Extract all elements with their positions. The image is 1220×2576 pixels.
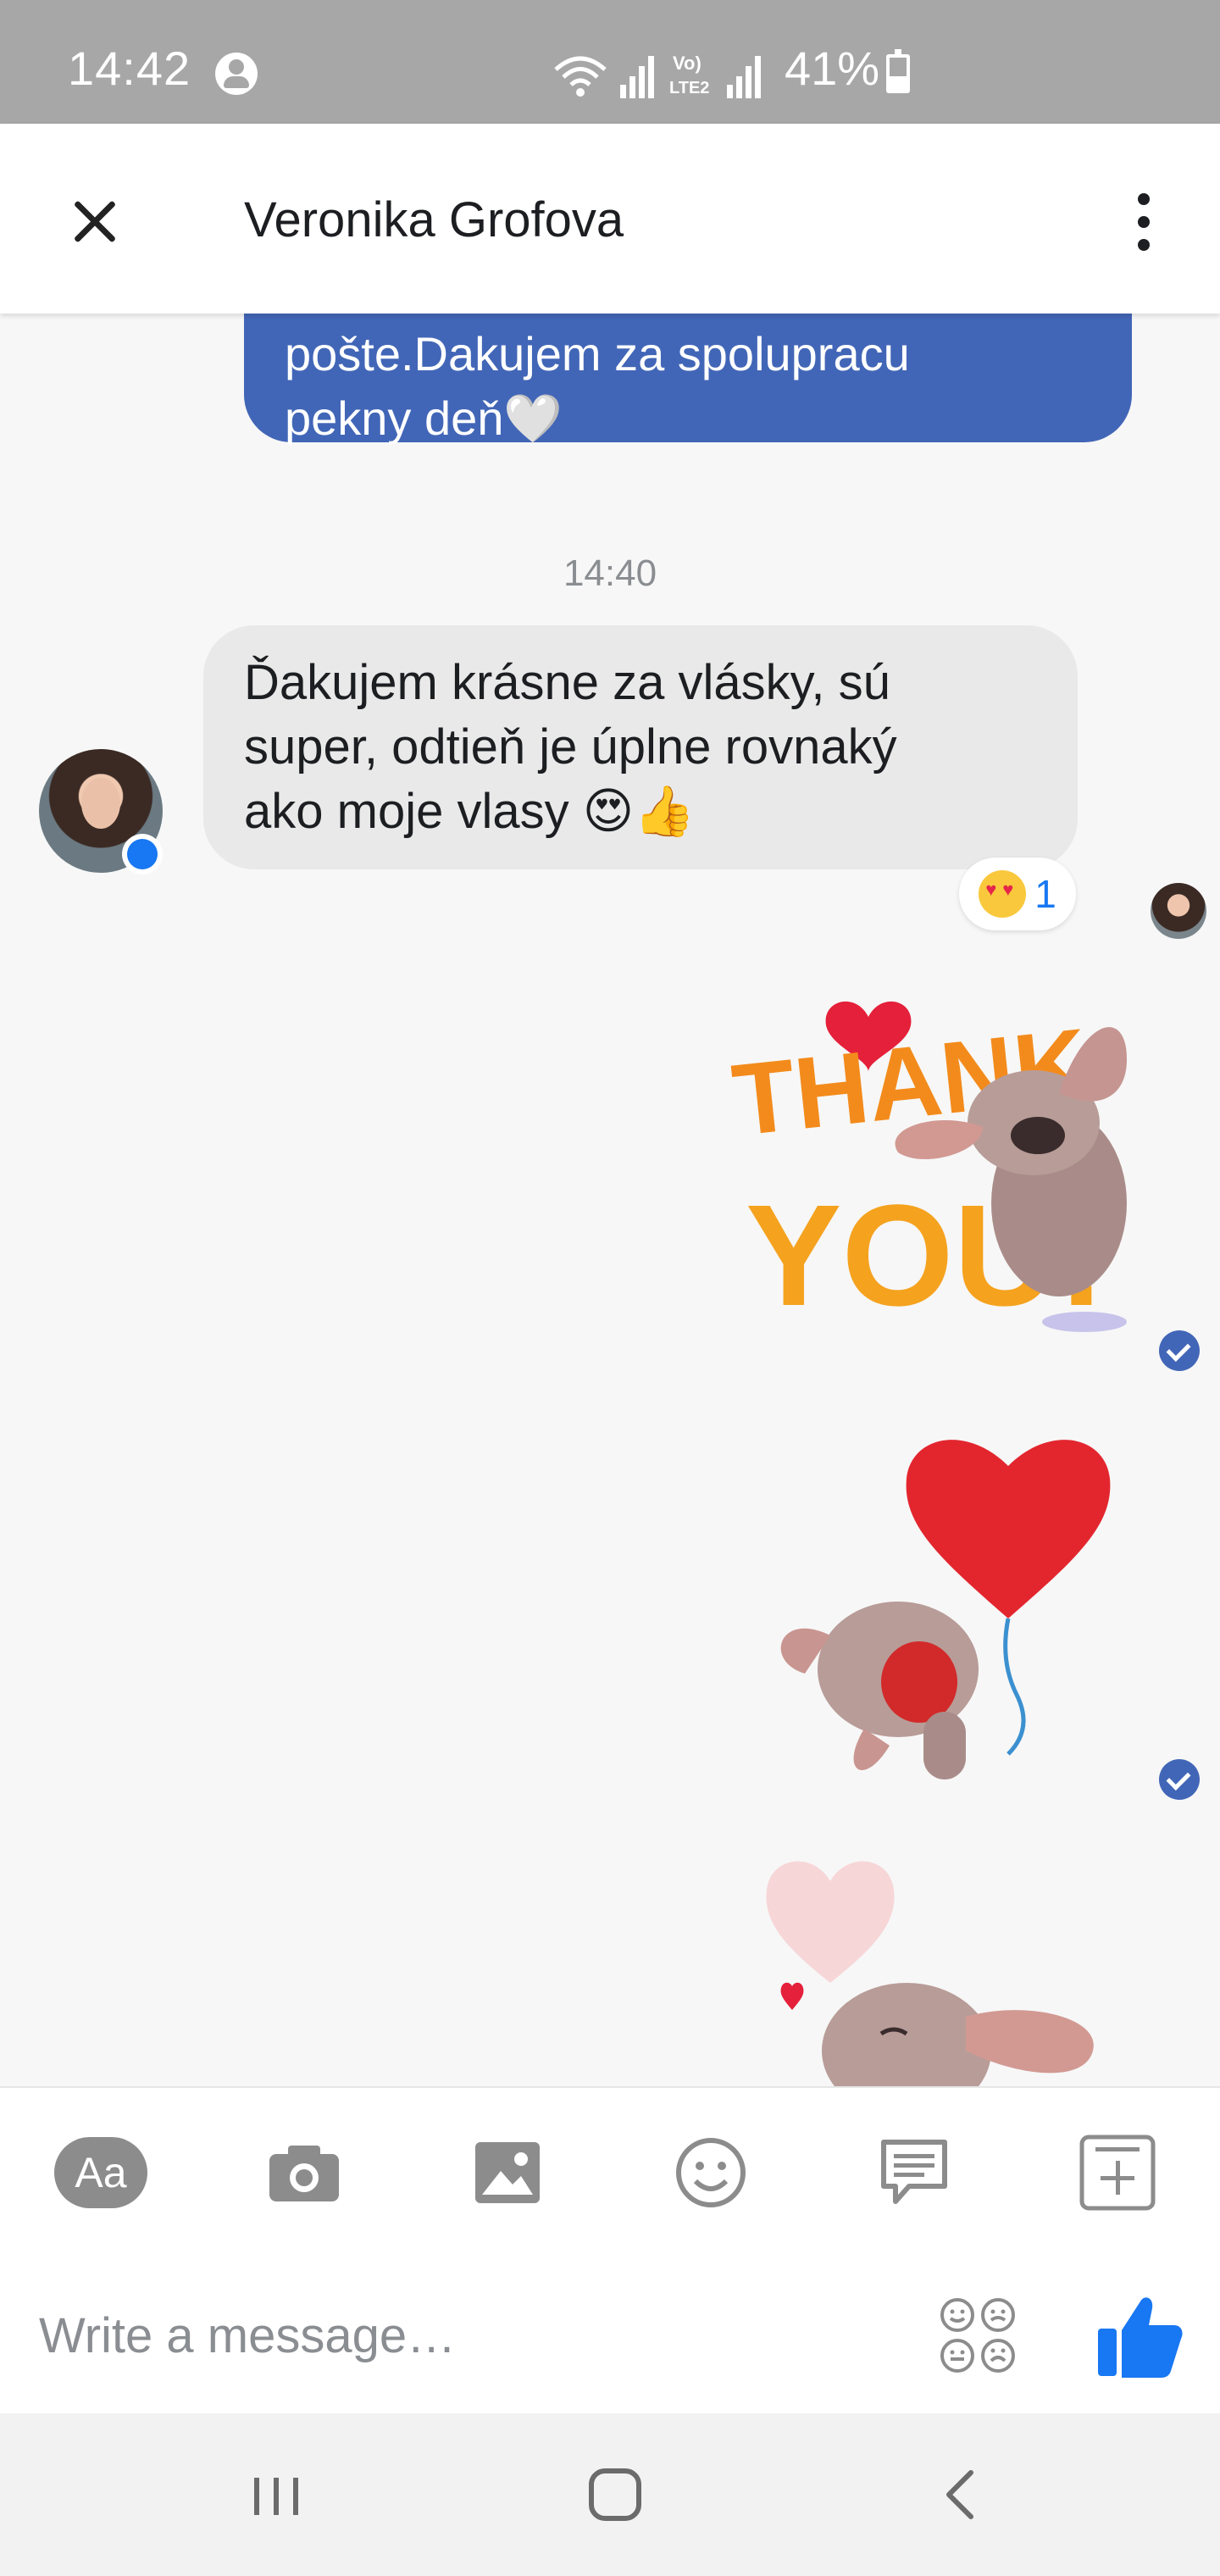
battery-icon [886,49,910,93]
signal-icon-2 [727,56,761,98]
home-icon [589,2468,641,2521]
message-input[interactable] [39,2295,801,2376]
dog-nose [1011,1117,1065,1154]
recent-apps-icon [254,2478,298,2515]
sticker-faces-icon [940,2298,1015,2373]
status-icons: Vo) LTE2 [552,47,764,98]
reaction-badge[interactable]: 1 [959,858,1076,930]
camera-button[interactable] [258,2130,351,2215]
more-actions-button[interactable] [1071,2130,1164,2215]
battery-percent: 41% [785,42,880,95]
plus-square-icon [1079,2135,1156,2211]
volte-lte2-icon: Vo) LTE2 [669,53,709,97]
balloon-string [1003,1618,1026,1756]
reaction-count: 1 [1034,872,1056,916]
close-button[interactable] [56,183,134,261]
small-heart-shape [780,1982,804,2010]
more-vert-icon [1138,193,1150,205]
delivered-check-icon [1159,1759,1200,1800]
gallery-button[interactable] [461,2130,554,2215]
back-icon [946,2470,973,2519]
signal-icon [620,56,654,98]
text-format-button[interactable]: Aa [54,2130,147,2215]
back-button[interactable] [908,2447,1010,2542]
wifi-icon [554,56,607,97]
camera-icon [269,2146,339,2201]
quick-replies-button[interactable] [868,2130,961,2215]
heart-kiss-sticker[interactable] [762,1822,1118,2086]
heart-shape [766,1861,895,1983]
message-line: ako moje vlasy 😍👍 [244,784,696,839]
status-bar: 14:42 Vo) LTE2 41% [0,0,1220,124]
message-list[interactable]: pošte.Dakujem za spolupracu pekny deň🤍 1… [0,314,1220,2086]
contact-name[interactable]: Veronika Grofova [244,192,624,248]
message-line: Ďakujem krásne za vlásky, sú [244,655,890,710]
recent-apps-button[interactable] [225,2447,327,2542]
thank-you-sticker[interactable]: THANK YOU! [729,966,1144,1356]
dog-mouth [881,1641,957,1723]
svg-text:LTE2: LTE2 [669,79,709,97]
battery-level [890,76,907,90]
composer-toolbar: Aa [0,2086,1220,2256]
messenger-badge-icon [122,834,163,874]
outgoing-message[interactable]: pošte.Dakujem za spolupracu pekny deň🤍 [244,314,1132,445]
message-line: pošte.Dakujem za spolupracu [285,327,910,380]
avatar[interactable] [39,749,163,874]
status-time: 14:42 [68,42,191,95]
avatar-face [81,778,120,829]
svg-text:Vo): Vo) [673,53,702,74]
seen-avatar [1151,883,1206,939]
smiley-icon [676,2138,746,2207]
heart-balloon-sticker[interactable] [746,1390,1118,1788]
thumbs-up-icon [1098,2297,1183,2378]
dog-body [923,1712,966,1779]
system-navigation-bar [0,2413,1220,2576]
like-button[interactable] [1093,2290,1186,2383]
gallery-icon [475,2142,540,2203]
chat-quote-icon [881,2140,947,2204]
home-button[interactable] [564,2447,666,2542]
user-icon [215,53,258,95]
message-timestamp: 14:40 [563,552,657,594]
balloon-heart-shape [906,1440,1111,1618]
emoji-button[interactable] [664,2130,757,2215]
incoming-message[interactable]: Ďakujem krásne za vlásky, sú super, odti… [203,625,1078,869]
message-composer [0,2256,1220,2413]
dog-shadow [1042,1312,1127,1332]
conversation-header: Veronika Grofova [0,124,1220,314]
message-line: pekny deň🤍 [285,391,563,445]
heart-eyes-emoji-icon [979,870,1027,918]
message-line: super, odtieň je úplne rovnaký [244,719,897,774]
delivered-check-icon [1159,1330,1200,1371]
more-options-button[interactable] [1123,183,1164,261]
sticker-picker-button[interactable] [937,2295,1018,2376]
text-icon: Aa [54,2137,147,2208]
